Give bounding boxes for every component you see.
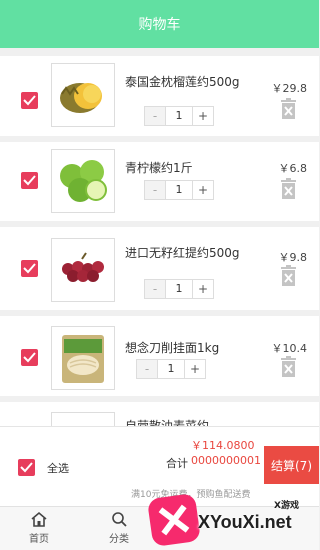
- cart-list: 泰国金枕榴莲约500g ￥29.8 - 1 + 青柠檬约1斤 ￥6.8 - 1 …: [0, 48, 319, 426]
- noodles-image: [51, 326, 115, 390]
- quantity-stepper: - 1 +: [144, 279, 214, 299]
- watermark: X游戏 XYouXi.net: [146, 486, 319, 550]
- quantity-stepper: - 1 +: [136, 359, 206, 379]
- select-all-label[interactable]: 全选: [47, 460, 69, 476]
- increase-button[interactable]: +: [185, 360, 205, 378]
- decrease-button[interactable]: -: [137, 360, 157, 378]
- item-name: 泰国金枕榴莲约500g: [125, 75, 240, 89]
- quantity-value[interactable]: 1: [165, 280, 193, 298]
- watermark-small-text: X游戏: [274, 501, 299, 511]
- decrease-button[interactable]: -: [145, 107, 165, 125]
- item-price: ￥6.8: [278, 162, 308, 175]
- quantity-stepper: - 1 +: [144, 106, 214, 126]
- lime-image: [51, 149, 115, 213]
- checkout-label: 结算(7): [271, 458, 312, 473]
- cart-item: 想念刀削挂面1kg ￥10.4 - 1 +: [0, 316, 319, 396]
- item-price: ￥10.4: [271, 342, 308, 355]
- decrease-button[interactable]: -: [145, 280, 165, 298]
- grapes-image: [51, 238, 115, 302]
- trash-icon[interactable]: [280, 265, 297, 286]
- page-title: 购物车: [138, 17, 181, 33]
- item-name: 青柠檬约1斤: [125, 161, 193, 175]
- increase-button[interactable]: +: [193, 181, 213, 199]
- cart-header: 购物车: [0, 0, 319, 48]
- home-icon: [31, 511, 47, 527]
- item-name: 进口无籽红提约500g: [125, 246, 240, 260]
- total-label: 合计: [166, 457, 188, 470]
- decrease-button[interactable]: -: [145, 181, 165, 199]
- tab-home[interactable]: 首页: [19, 511, 59, 545]
- item-checkbox[interactable]: [21, 260, 38, 277]
- total-value: ￥114.08000000000001: [191, 439, 261, 467]
- item-name: 想念刀削挂面1kg: [125, 341, 220, 355]
- item-checkbox[interactable]: [21, 172, 38, 189]
- increase-button[interactable]: +: [193, 107, 213, 125]
- increase-button[interactable]: +: [193, 280, 213, 298]
- search-icon: [112, 512, 127, 527]
- item-price: ￥29.8: [271, 82, 308, 95]
- cart-item: 进口无籽红提约500g ￥9.8 - 1 +: [0, 227, 319, 310]
- quantity-stepper: - 1 +: [144, 180, 214, 200]
- cart-item: 泰国金枕榴莲约500g ￥29.8 - 1 +: [0, 56, 319, 136]
- cart-item: 自营散油麦菜约 ￥: [0, 402, 319, 426]
- tab-category[interactable]: 分类: [99, 511, 139, 545]
- item-name: 自营散油麦菜约: [125, 419, 210, 426]
- tab-label: 首页: [29, 534, 49, 545]
- quantity-value[interactable]: 1: [165, 181, 193, 199]
- trash-icon[interactable]: [280, 98, 297, 119]
- watermark-logo-icon: [146, 492, 202, 548]
- lettuce-image: [51, 412, 115, 426]
- trash-icon[interactable]: [280, 356, 297, 377]
- select-all-checkbox[interactable]: [18, 459, 35, 476]
- trash-icon[interactable]: [280, 178, 297, 199]
- item-price: ￥9.8: [278, 251, 308, 264]
- quantity-value[interactable]: 1: [157, 360, 185, 378]
- cart-item: 青柠檬约1斤 ￥6.8 - 1 +: [0, 142, 319, 221]
- durian-image: [51, 63, 115, 127]
- tab-label: 分类: [109, 534, 129, 545]
- checkout-button[interactable]: 结算(7): [264, 446, 319, 484]
- watermark-text: XYouXi.net: [198, 512, 292, 532]
- item-checkbox[interactable]: [21, 349, 38, 366]
- item-checkbox[interactable]: [21, 92, 38, 109]
- quantity-value[interactable]: 1: [165, 107, 193, 125]
